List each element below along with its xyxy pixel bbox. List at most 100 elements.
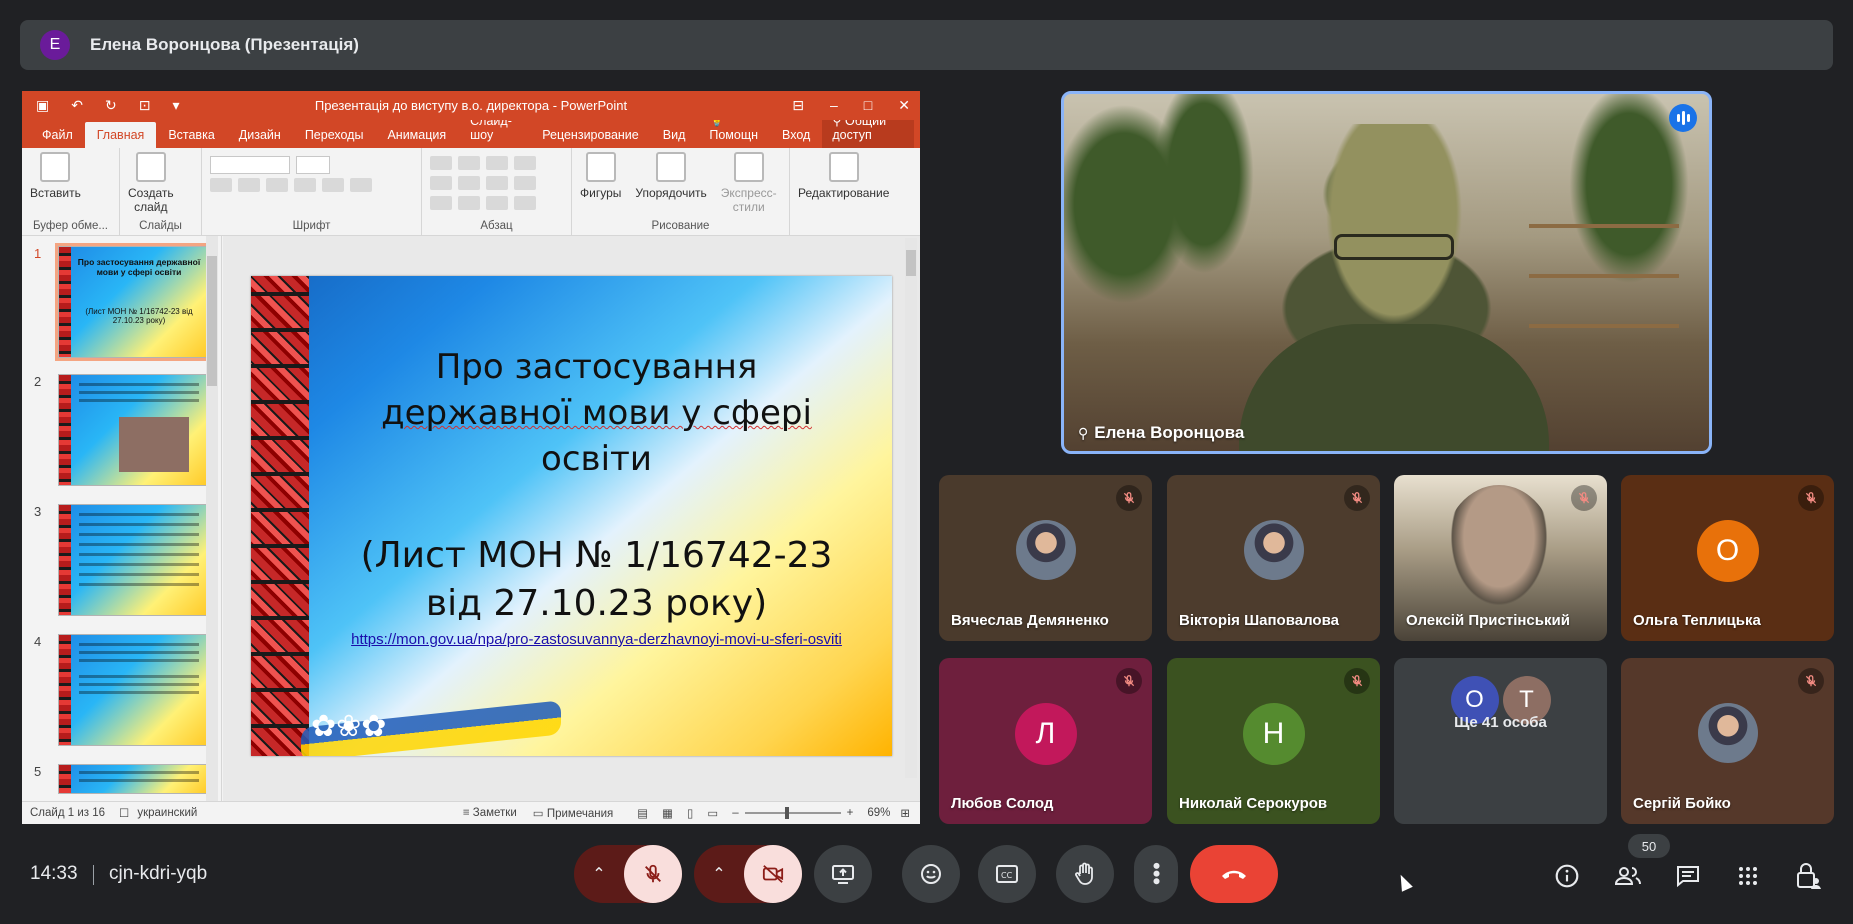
redo-icon[interactable]: ↻ <box>105 97 117 114</box>
camera-toggle-button[interactable] <box>744 845 802 903</box>
thumbnail-4[interactable]: 4 <box>34 634 208 746</box>
shapes-icon <box>585 152 616 182</box>
tab-design[interactable]: Дизайн <box>227 128 293 148</box>
font-name-box[interactable] <box>210 156 290 174</box>
fit-slide-icon[interactable]: ⊞ <box>900 806 910 820</box>
zoom-slider[interactable] <box>744 807 841 819</box>
participant-tile[interactable]: Сергій Бойко <box>1621 658 1834 824</box>
thumbnail-number: 1 <box>34 246 42 261</box>
customize-qa-icon[interactable]: ▾ <box>172 97 179 114</box>
paste-button[interactable]: Вставить <box>30 152 81 200</box>
svg-text:CC: CC <box>1001 871 1013 880</box>
signin-link[interactable]: Вход <box>770 128 822 148</box>
participant-tile[interactable]: О Т Ще 41 особа <box>1394 658 1607 824</box>
apps-grid-icon <box>1739 867 1757 885</box>
editor-scrollbar[interactable] <box>905 238 917 778</box>
editing-button[interactable]: Редактирование <box>798 152 889 200</box>
participant-tile[interactable]: Л Любов Солод <box>939 658 1152 824</box>
tab-home[interactable]: Главная <box>84 122 157 148</box>
activities-button[interactable] <box>1732 860 1764 892</box>
tab-transitions[interactable]: Переходы <box>293 128 376 148</box>
participant-tile[interactable]: Вікторія Шаповалова <box>1167 475 1380 641</box>
sorter-view-icon[interactable]: ▦ <box>662 806 673 820</box>
zoom-out-icon[interactable]: – <box>732 807 738 819</box>
presenter-title: Елена Воронцова (Презентація) <box>90 35 359 54</box>
main-speaker-name: ⚲ Елена Воронцова <box>1078 423 1244 443</box>
thumbnail-3[interactable]: 3 <box>34 504 208 616</box>
people-button[interactable] <box>1612 860 1644 892</box>
undo-icon[interactable]: ↶ <box>71 97 83 114</box>
participant-name: Вікторія Шаповалова <box>1179 612 1339 629</box>
ribbon-display-icon[interactable]: ⊟ <box>792 97 804 114</box>
quick-styles-icon <box>733 152 764 182</box>
chat-button[interactable] <box>1672 860 1704 892</box>
leave-call-button[interactable] <box>1190 845 1278 903</box>
reactions-button[interactable] <box>902 845 960 903</box>
participant-avatar-photo <box>1697 703 1758 763</box>
zoom-in-icon[interactable]: + <box>847 807 854 819</box>
arrange-label: Упорядочить <box>635 186 707 200</box>
participant-tile[interactable]: О Ольга Теплицька <box>1621 475 1834 641</box>
thumbnail-image <box>58 634 208 746</box>
ribbon-tabs: Файл Главная Вставка Дизайн Переходы Ани… <box>22 108 920 148</box>
participant-tile[interactable]: Вячеслав Демяненко <box>939 475 1152 641</box>
comment-icon: ▭ <box>532 808 547 820</box>
thumbnail-number: 3 <box>34 504 42 519</box>
reading-view-icon[interactable]: ▯ <box>687 806 693 820</box>
tab-insert[interactable]: Вставка <box>156 128 226 148</box>
spellcheck-icon[interactable]: ☐ <box>119 806 129 820</box>
emoji-icon <box>921 864 941 884</box>
captions-button[interactable]: CC <box>978 845 1036 903</box>
find-icon <box>828 152 859 182</box>
normal-view-icon[interactable]: ▤ <box>637 806 648 820</box>
tab-file[interactable]: Файл <box>30 128 85 148</box>
maximize-icon[interactable]: □ <box>864 97 872 114</box>
slide-letter-line-1: (Лист МОН № 1/16742-23 <box>360 535 833 576</box>
thumbnails-scrollbar[interactable] <box>206 236 218 801</box>
video-options-chevron-icon[interactable]: ⌃ <box>694 864 744 884</box>
muted-indicator <box>1798 668 1824 694</box>
mic-toggle-button[interactable] <box>624 845 682 903</box>
tab-review[interactable]: Рецензирование <box>530 128 651 148</box>
raise-hand-button[interactable] <box>1056 845 1114 903</box>
present-screen-button[interactable] <box>814 845 872 903</box>
slideshow-view-icon[interactable]: ▭ <box>707 806 718 820</box>
thumbnail-1[interactable]: 1 Про застосування державної мови у сфер… <box>34 243 211 361</box>
notes-label: Заметки <box>472 807 517 819</box>
current-slide[interactable]: ✿❀✿ Про застосування державної мови у сф… <box>251 276 892 756</box>
host-controls-button[interactable] <box>1792 860 1824 892</box>
start-slideshow-icon[interactable]: ⊡ <box>139 97 151 114</box>
new-slide-button[interactable]: Создать слайд <box>128 152 174 214</box>
notes-button[interactable]: ≡ Заметки <box>463 807 517 819</box>
save-icon[interactable]: ▣ <box>36 97 49 114</box>
slide-link[interactable]: https://mon.gov.ua/npa/pro-zastosuvannya… <box>321 630 872 649</box>
more-options-button[interactable]: ••• <box>1134 845 1178 903</box>
thumbnail-5[interactable]: 5 <box>34 764 208 794</box>
language-label[interactable]: украинский <box>137 807 197 819</box>
font-size-box[interactable] <box>296 156 330 174</box>
ppt-title-bar: ▣ ↶ ↻ ⊡ ▾ Презентація до виступу в.о. ди… <box>22 91 920 120</box>
thumbnail-subtitle: (Лист МОН № 1/16742-23 від 27.10.23 року… <box>85 307 193 325</box>
main-speaker-tile[interactable]: ⚲ Елена Воронцова <box>1061 91 1712 454</box>
arrange-icon <box>656 152 687 182</box>
participant-count-badge: 50 <box>1628 834 1670 858</box>
thumbnail-image: Про застосування державної мови у сфері … <box>55 243 211 361</box>
minimize-icon[interactable]: – <box>830 97 838 114</box>
close-icon[interactable]: ✕ <box>898 97 910 114</box>
meeting-details-button[interactable] <box>1551 860 1583 892</box>
styles-label-1: Экспресс- <box>720 186 777 200</box>
comments-button[interactable]: ▭ Примечания <box>533 806 613 820</box>
audio-options-chevron-icon[interactable]: ⌃ <box>574 864 624 884</box>
zoom-level[interactable]: 69% <box>867 807 890 819</box>
help-label: Помощн <box>709 128 759 142</box>
participant-name: Вячеслав Демяненко <box>951 612 1109 629</box>
mic-off-icon <box>1123 675 1135 687</box>
thumbnail-2[interactable]: 2 <box>34 374 208 486</box>
new-slide-icon <box>135 152 166 182</box>
tab-view[interactable]: Вид <box>651 128 698 148</box>
muted-indicator <box>1344 485 1370 511</box>
participant-tile[interactable]: Олексій Пристінський <box>1394 475 1607 641</box>
slide-title-line-1: Про застосування <box>435 347 758 387</box>
participant-tile[interactable]: Н Николай Серокуров <box>1167 658 1380 824</box>
tab-animations[interactable]: Анимация <box>375 128 458 148</box>
